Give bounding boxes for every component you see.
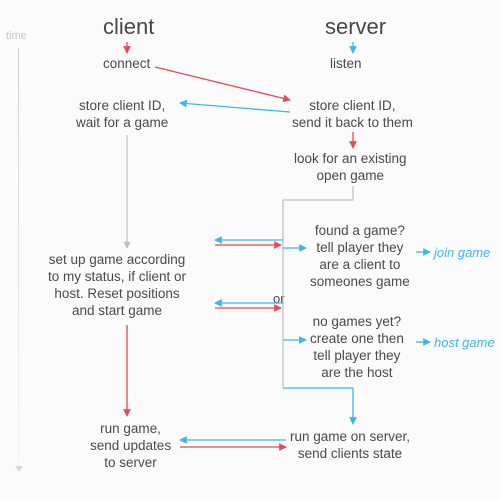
- server-run: run game on server, send clients state: [290, 428, 410, 462]
- arrows: [0, 0, 500, 500]
- host-annotation: host game: [434, 335, 495, 350]
- client-store: store client ID, wait for a game: [76, 97, 168, 131]
- client-setup: set up game according to my status, if c…: [48, 251, 186, 319]
- server-heading: server: [325, 14, 386, 40]
- server-lookup: look for an existing open game: [294, 150, 407, 184]
- diagram-canvas: time client server connect listen store …: [0, 0, 500, 500]
- client-run: run game, send updates to server: [90, 420, 171, 471]
- or-label: or: [273, 291, 285, 306]
- time-label: time: [6, 30, 27, 42]
- client-connect: connect: [103, 55, 150, 72]
- client-heading: client: [103, 14, 154, 40]
- server-listen: listen: [330, 55, 362, 72]
- join-annotation: join game: [434, 245, 490, 260]
- server-nogame: no games yet? create one then tell playe…: [310, 313, 404, 381]
- server-store: store client ID, send it back to them: [292, 97, 413, 131]
- server-found: found a game? tell player they are a cli…: [310, 222, 410, 290]
- time-axis: [18, 48, 19, 468]
